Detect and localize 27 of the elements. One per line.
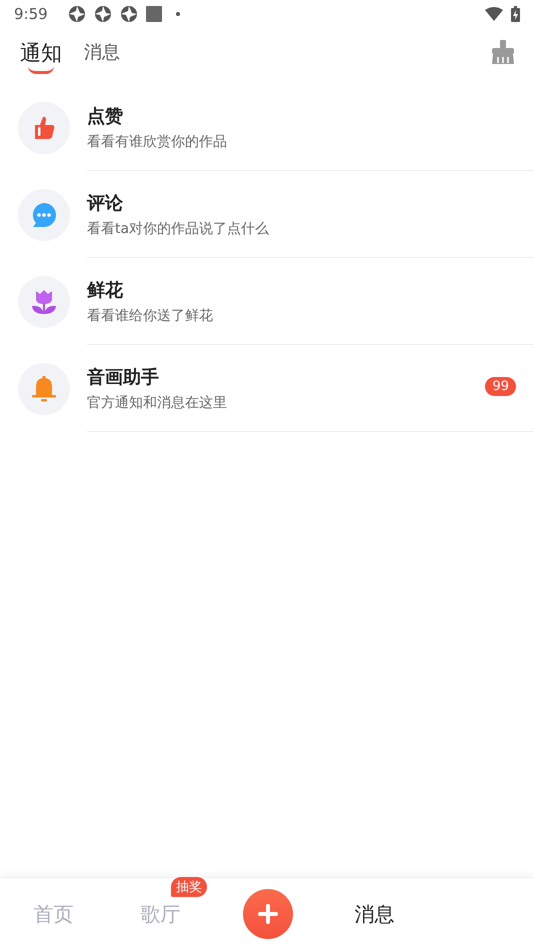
app-icon xyxy=(94,5,112,23)
chat-bubble-icon xyxy=(30,200,58,228)
notification-title[interactable]: 鲜花 xyxy=(87,278,123,302)
app-icon xyxy=(68,5,86,23)
tab[interactable]: 通知 xyxy=(20,38,62,76)
tab[interactable]: 消息 xyxy=(84,38,120,70)
wifi-icon xyxy=(485,7,503,21)
notification-subtitle: 官方通知和消息在这里 xyxy=(87,394,227,412)
app-icon xyxy=(120,5,138,23)
broom-icon[interactable] xyxy=(490,40,516,66)
unread-count-badge: 99 xyxy=(485,377,516,396)
app-icon xyxy=(146,6,162,22)
notification-title[interactable]: 评论 xyxy=(87,190,123,214)
battery-icon xyxy=(511,6,520,22)
plus-icon xyxy=(258,904,278,924)
status-time: 9:59 xyxy=(14,5,48,23)
nav-tab[interactable]: 消息 xyxy=(354,900,394,928)
create-button[interactable] xyxy=(242,889,292,939)
notification-title[interactable]: 点赞 xyxy=(87,104,123,128)
notification-subtitle: 看看谁给你送了鲜花 xyxy=(87,306,213,324)
notification-dot xyxy=(176,12,180,16)
notification-subtitle: 看看ta对你的作品说了点什么 xyxy=(87,220,270,238)
notification-title[interactable]: 音画助手 xyxy=(87,364,159,388)
bell-icon xyxy=(31,374,57,402)
flower-icon xyxy=(31,288,57,316)
lottery-badge: 抽奖 xyxy=(171,876,207,896)
notification-subtitle: 看看有谁欣赏你的作品 xyxy=(87,132,227,150)
